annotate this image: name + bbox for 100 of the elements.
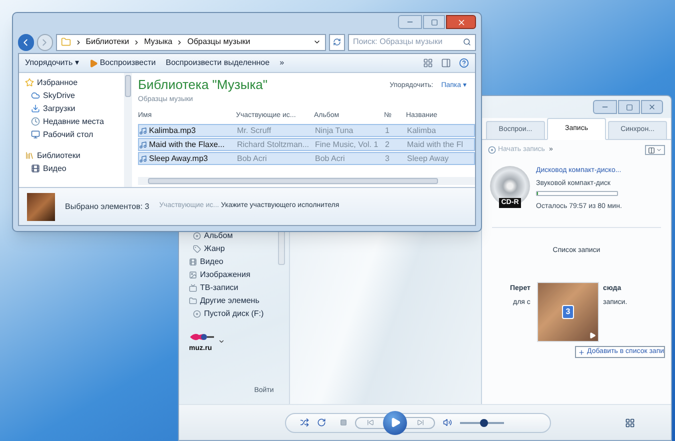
play-icon	[390, 417, 401, 428]
preview-pane-icon[interactable]	[441, 58, 451, 68]
horizontal-scrollbar[interactable]	[138, 177, 475, 185]
nav-item[interactable]: Недавние места	[25, 116, 124, 127]
table-cell: Sleep Away	[407, 152, 449, 164]
stop-icon[interactable]	[340, 419, 347, 426]
film-icon	[189, 258, 197, 266]
file-row[interactable]: Sleep Away.mp3 Bob Acri Bob Acri 3 Sleep Away	[138, 152, 475, 165]
close-button[interactable]	[446, 15, 476, 29]
library-nav-item[interactable]: Жанр	[189, 242, 289, 255]
play-icon	[88, 58, 98, 68]
dropdown-icon[interactable]	[313, 38, 322, 46]
nav-item[interactable]: Библиотеки	[25, 150, 124, 161]
table-cell: 3	[385, 152, 390, 164]
toolbar-button[interactable]: Воспроизвести выделенное	[166, 57, 270, 69]
play-icon	[589, 332, 596, 339]
toolbar-button[interactable]: »	[280, 57, 284, 69]
breadcrumb-item[interactable]: Библиотеки	[86, 36, 130, 48]
table-cell: Kalimba.mp3	[149, 124, 196, 136]
view-icon[interactable]	[423, 58, 433, 68]
next-button[interactable]	[405, 416, 435, 428]
nav-item[interactable]: Избранное	[25, 77, 124, 88]
breadcrumb-item[interactable]: Образцы музыки	[187, 36, 250, 48]
plus-icon	[578, 348, 585, 356]
folder-icon	[60, 37, 71, 47]
file-row[interactable]: Kalimba.mp3 Mr. Scruff Ninja Tuna 1 Kalimba	[138, 124, 475, 137]
refresh-button[interactable]	[329, 34, 345, 50]
disc-icon	[193, 232, 201, 240]
folder-icon	[189, 296, 197, 304]
nav-item[interactable]: Видео	[25, 163, 124, 174]
nav-item[interactable]: Загрузки	[25, 103, 124, 114]
separator-icon	[74, 38, 82, 46]
columns-icon	[648, 146, 655, 154]
scrollbar[interactable]	[124, 73, 132, 187]
help-icon[interactable]	[459, 58, 469, 68]
maximize-button[interactable]	[618, 100, 640, 114]
table-cell: Sleep Away.mp3	[149, 152, 208, 164]
address-bar[interactable]: Библиотеки Музыка Образцы музыки	[56, 34, 326, 50]
library-nav-item[interactable]: Изображения	[189, 268, 289, 281]
download-icon	[31, 104, 40, 113]
maximize-icon	[430, 18, 438, 26]
back-button[interactable]	[18, 34, 34, 50]
options-button[interactable]	[645, 145, 665, 155]
breadcrumb-item[interactable]: Музыка	[144, 36, 172, 48]
table-cell: Mr. Scruff	[237, 124, 272, 136]
nav-item[interactable]: Рабочий стол	[25, 129, 124, 140]
library-nav-item[interactable]: Видео	[189, 255, 289, 268]
table-cell: Ninja Tuna	[315, 124, 354, 136]
image-icon	[189, 270, 197, 278]
cloud-icon	[31, 91, 40, 100]
disc-icon	[193, 310, 201, 318]
search-field[interactable]: Поиск: Образцы музыки	[348, 34, 476, 50]
library-title: Библиотека "Музыка"	[138, 76, 268, 94]
library-nav-item[interactable]: Другие элемень	[189, 294, 289, 307]
switch-view-icon[interactable]	[625, 418, 635, 428]
table-cell: Kalimba	[407, 124, 436, 136]
maximize-button[interactable]	[423, 15, 445, 29]
repeat-icon[interactable]	[317, 418, 326, 427]
search-input[interactable]: Поиск: Образцы музыки	[352, 36, 463, 48]
toolbar-button[interactable]: Упорядочить ▾	[25, 57, 79, 69]
library-icon	[25, 151, 34, 160]
table-cell: Maid with the Fl	[407, 138, 464, 150]
volume-thumb[interactable]	[480, 418, 488, 426]
maximize-icon	[626, 104, 632, 110]
tag-icon	[193, 244, 201, 252]
library-nav-item[interactable]: Пустой диск (F:)	[189, 307, 289, 320]
close-icon	[648, 103, 656, 111]
caret-icon	[656, 147, 662, 153]
clock-icon	[31, 117, 40, 126]
monitor-icon	[31, 130, 40, 139]
previous-icon	[366, 419, 374, 426]
shuffle-icon[interactable]	[300, 418, 309, 427]
separator-icon	[176, 38, 184, 46]
toolbar-button[interactable]: Воспроизвести	[88, 57, 156, 69]
table-cell: Bob Acri	[315, 152, 345, 164]
disc-icon	[488, 146, 496, 154]
separator-icon	[133, 38, 140, 46]
table-cell: Fine Music, Vol. 1	[315, 138, 378, 150]
refresh-icon	[333, 38, 342, 46]
file-row[interactable]: Maid with the Flaxe... Richard Stoltzman... Fine Music, Vol. 1 2 Maid with the Fl	[138, 138, 475, 151]
music-file-icon	[139, 154, 147, 162]
item-count-badge: 3	[562, 305, 574, 319]
search-icon	[462, 38, 471, 46]
play-button[interactable]	[383, 410, 407, 434]
library-nav-item[interactable]: ТВ-записи	[189, 281, 289, 294]
scrollbar[interactable]	[278, 229, 285, 265]
music-file-icon	[139, 126, 147, 134]
table-cell: 1	[385, 124, 390, 136]
volume-icon[interactable]	[443, 418, 452, 427]
selection-count: Выбрано элементов: 3	[65, 200, 150, 212]
table-cell: Maid with the Flaxe...	[149, 138, 225, 150]
music-file-icon	[139, 140, 147, 148]
dropdown-icon[interactable]	[218, 338, 225, 344]
table-cell: Bob Acri	[237, 152, 267, 164]
tv-icon	[189, 284, 197, 292]
library-nav-item[interactable]: Альбом	[189, 229, 289, 242]
table-cell: Richard Stoltzman...	[237, 138, 310, 150]
table-cell: 2	[385, 138, 390, 150]
film-icon	[31, 164, 40, 173]
nav-item[interactable]: SkyDrive	[25, 90, 124, 101]
